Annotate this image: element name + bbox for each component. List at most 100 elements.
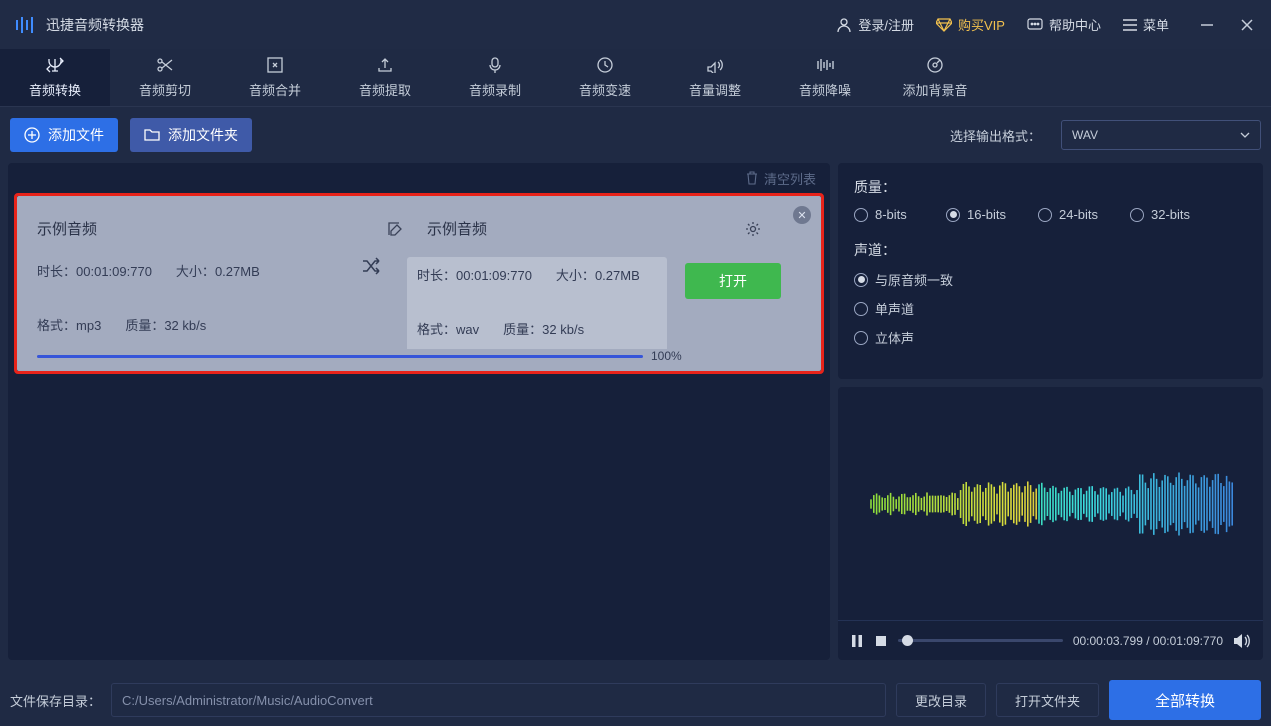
target-info: 时长：00:01:09:770 大小：0.27MB 格式：wav 质量：32 k… (407, 257, 667, 349)
vip-label: 购买VIP (958, 15, 1005, 34)
tool-icon (45, 56, 65, 74)
help-label: 帮助中心 (1049, 15, 1101, 34)
clear-list-label: 清空列表 (764, 169, 816, 188)
tool-tab-7[interactable]: 音频降噪 (770, 49, 880, 106)
tool-tab-1[interactable]: 音频剪切 (110, 49, 220, 106)
rename-icon[interactable] (387, 221, 403, 237)
trash-icon (746, 171, 758, 185)
tool-label: 音频提取 (359, 80, 411, 99)
target-title: 示例音频 (427, 218, 745, 239)
tool-tab-6[interactable]: 音量调整 (660, 49, 770, 106)
seek-slider[interactable] (898, 639, 1063, 642)
tool-label: 音频剪切 (139, 80, 191, 99)
tool-tab-0[interactable]: 音频转换 (0, 49, 110, 106)
tool-tab-4[interactable]: 音频录制 (440, 49, 550, 106)
tool-icon (705, 56, 725, 74)
change-dir-button[interactable]: 更改目录 (896, 683, 986, 717)
open-result-button[interactable]: 打开 (685, 263, 781, 299)
add-file-label: 添加文件 (48, 125, 104, 145)
main-toolbar: 音频转换 音频剪切 音频合并 音频提取 音频录制 音频变速 音量调整 音频降噪 添加背景音 (0, 49, 1271, 107)
channel-option[interactable]: 立体声 (854, 328, 1247, 347)
diamond-icon (936, 18, 952, 32)
source-info: 时长：00:01:09:770 大小：0.27MB 格式：mp3 质量：32 k… (37, 257, 337, 341)
quality-option[interactable]: 8-bits (854, 207, 946, 222)
main-area: 清空列表 ✕ 示例音频 示例音频 (0, 163, 1271, 660)
tool-label: 音频录制 (469, 80, 521, 99)
logo-group: 迅捷音频转换器 (14, 14, 144, 36)
tool-icon (925, 56, 945, 74)
title-bar: 迅捷音频转换器 登录/注册 购买VIP 帮助中心 菜单 (0, 0, 1271, 49)
radio-label: 与原音频一致 (875, 270, 953, 289)
help-link[interactable]: 帮助中心 (1027, 15, 1101, 34)
radio-icon (854, 273, 868, 287)
radio-icon (854, 331, 868, 345)
volume-icon[interactable] (1233, 633, 1251, 649)
tool-label: 音频降噪 (799, 80, 851, 99)
add-folder-label: 添加文件夹 (168, 125, 238, 145)
tool-icon (595, 56, 615, 74)
file-item[interactable]: ✕ 示例音频 示例音频 时长：00:01:09:770 (17, 196, 821, 371)
remove-item-button[interactable]: ✕ (793, 206, 811, 224)
radio-icon (854, 208, 868, 222)
radio-label: 16-bits (967, 207, 1006, 222)
radio-label: 8-bits (875, 207, 907, 222)
seek-knob[interactable] (902, 635, 913, 646)
save-dir-field[interactable]: C:/Users/Administrator/Music/AudioConver… (111, 683, 886, 717)
file-list-panel: 清空列表 ✕ 示例音频 示例音频 (8, 163, 830, 660)
quality-option[interactable]: 24-bits (1038, 207, 1130, 222)
radio-icon (946, 208, 960, 222)
tool-label: 音频合并 (249, 80, 301, 99)
tool-label: 音量调整 (689, 80, 741, 99)
add-file-button[interactable]: 添加文件 (10, 118, 118, 152)
output-format-value: WAV (1072, 128, 1098, 142)
user-icon (836, 17, 852, 33)
tool-label: 音频转换 (29, 80, 81, 99)
tool-tab-2[interactable]: 音频合并 (220, 49, 330, 106)
radio-icon (1038, 208, 1052, 222)
vip-link[interactable]: 购买VIP (936, 15, 1005, 34)
app-logo-icon (14, 14, 36, 36)
quality-title: 质量： (854, 177, 1247, 197)
item-progress-percent: 100% (651, 349, 801, 363)
channel-option[interactable]: 与原音频一致 (854, 270, 1247, 289)
menu-icon (1123, 19, 1137, 31)
output-format-label: 选择输出格式： (950, 126, 1041, 145)
output-format-select[interactable]: WAV (1061, 120, 1261, 150)
item-settings-icon[interactable] (745, 221, 761, 237)
chat-icon (1027, 18, 1043, 32)
output-settings-panel: 质量： 8-bits16-bits24-bits32-bits 声道： 与原音频… (838, 163, 1263, 379)
tool-icon (265, 56, 285, 74)
quality-option[interactable]: 16-bits (946, 207, 1038, 222)
add-folder-button[interactable]: 添加文件夹 (130, 118, 252, 152)
menu-link[interactable]: 菜单 (1123, 15, 1169, 34)
preview-panel: 00:00:03.799 / 00:01:09:770 (838, 387, 1263, 660)
save-dir-label: 文件保存目录： (10, 691, 101, 710)
plus-circle-icon (24, 127, 40, 143)
stop-button[interactable] (874, 634, 888, 648)
tool-tab-3[interactable]: 音频提取 (330, 49, 440, 106)
tool-icon (485, 56, 505, 74)
clear-list-link[interactable]: 清空列表 (746, 169, 816, 188)
radio-label: 立体声 (875, 328, 914, 347)
tool-tab-8[interactable]: 添加背景音 (880, 49, 990, 106)
folder-icon (144, 128, 160, 142)
tool-label: 音频变速 (579, 80, 631, 99)
tool-icon (375, 56, 395, 74)
time-display: 00:00:03.799 / 00:01:09:770 (1073, 634, 1223, 648)
menu-label: 菜单 (1143, 15, 1169, 34)
tool-tab-5[interactable]: 音频变速 (550, 49, 660, 106)
close-button[interactable] (1237, 15, 1257, 35)
radio-label: 32-bits (1151, 207, 1190, 222)
item-progress-bar (37, 355, 643, 358)
file-item-highlight: ✕ 示例音频 示例音频 时长：00:01:09:770 (14, 193, 824, 374)
channel-option[interactable]: 单声道 (854, 299, 1247, 318)
convert-all-button[interactable]: 全部转换 (1109, 680, 1261, 720)
quality-option[interactable]: 32-bits (1130, 207, 1222, 222)
pause-button[interactable] (850, 634, 864, 648)
login-link[interactable]: 登录/注册 (836, 15, 914, 34)
minimize-button[interactable] (1197, 15, 1217, 35)
header-right: 登录/注册 购买VIP 帮助中心 菜单 (836, 15, 1257, 35)
open-folder-button[interactable]: 打开文件夹 (996, 683, 1099, 717)
tool-icon (815, 56, 835, 74)
waveform-display (838, 387, 1263, 620)
